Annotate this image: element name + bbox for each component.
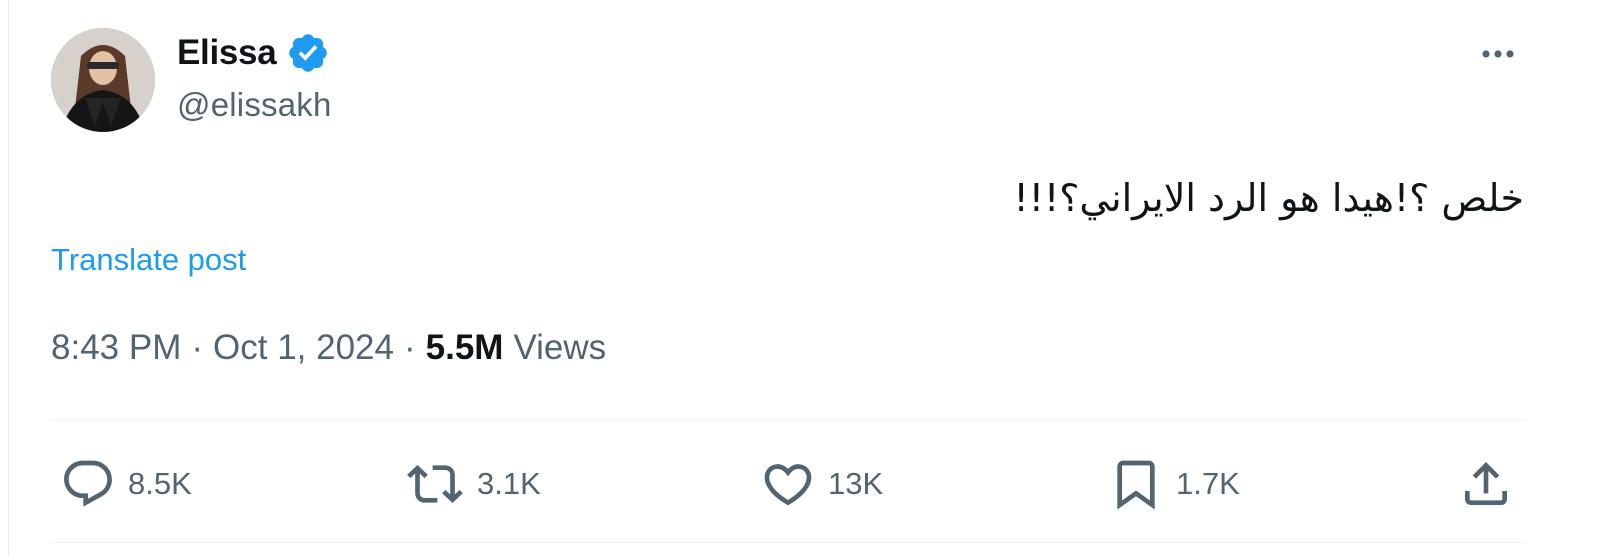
share-icon	[1458, 456, 1514, 512]
like-button[interactable]: 13K	[760, 455, 883, 513]
avatar-image	[51, 28, 155, 132]
views-label: Views	[513, 328, 607, 367]
post-metadata: 8:43 PM · Oct 1, 2024 · 5.5M Views	[51, 328, 606, 368]
author-info: Elissa @elissakh	[177, 30, 332, 124]
views-count: 5.5M	[425, 328, 504, 367]
repost-icon	[405, 456, 465, 512]
reply-icon	[60, 456, 116, 512]
reply-count: 8.5K	[128, 466, 192, 501]
meta-separator: ·	[403, 328, 416, 367]
repost-count: 3.1K	[477, 466, 541, 501]
post-date[interactable]: Oct 1, 2024	[213, 328, 394, 368]
divider	[51, 420, 1525, 421]
verified-badge-icon[interactable]	[286, 31, 330, 75]
post-text: خلص ؟!هيدا هو الرد الايراني؟!!!	[1013, 176, 1525, 220]
author-handle[interactable]: @elissakh	[177, 86, 332, 124]
like-count: 13K	[828, 466, 884, 501]
post-time[interactable]: 8:43 PM	[51, 328, 181, 368]
avatar[interactable]	[51, 28, 155, 132]
bookmark-count: 1.7K	[1176, 466, 1240, 501]
divider	[51, 542, 1525, 543]
translate-post-link[interactable]: Translate post	[51, 242, 246, 278]
more-horizontal-icon	[1478, 48, 1518, 60]
tweet-card: Elissa @elissakh خلص ؟!هيدا هو الرد الاي…	[0, 0, 1600, 557]
reply-button[interactable]: 8.5K	[60, 455, 192, 513]
meta-separator: ·	[191, 328, 204, 367]
repost-button[interactable]: 3.1K	[405, 455, 541, 513]
bookmark-button[interactable]: 1.7K	[1108, 455, 1240, 513]
heart-icon	[760, 456, 816, 512]
share-button[interactable]	[1458, 455, 1514, 513]
bookmark-icon	[1108, 456, 1164, 512]
more-options-button[interactable]	[1474, 34, 1522, 74]
author-display-name[interactable]: Elissa	[177, 33, 277, 73]
